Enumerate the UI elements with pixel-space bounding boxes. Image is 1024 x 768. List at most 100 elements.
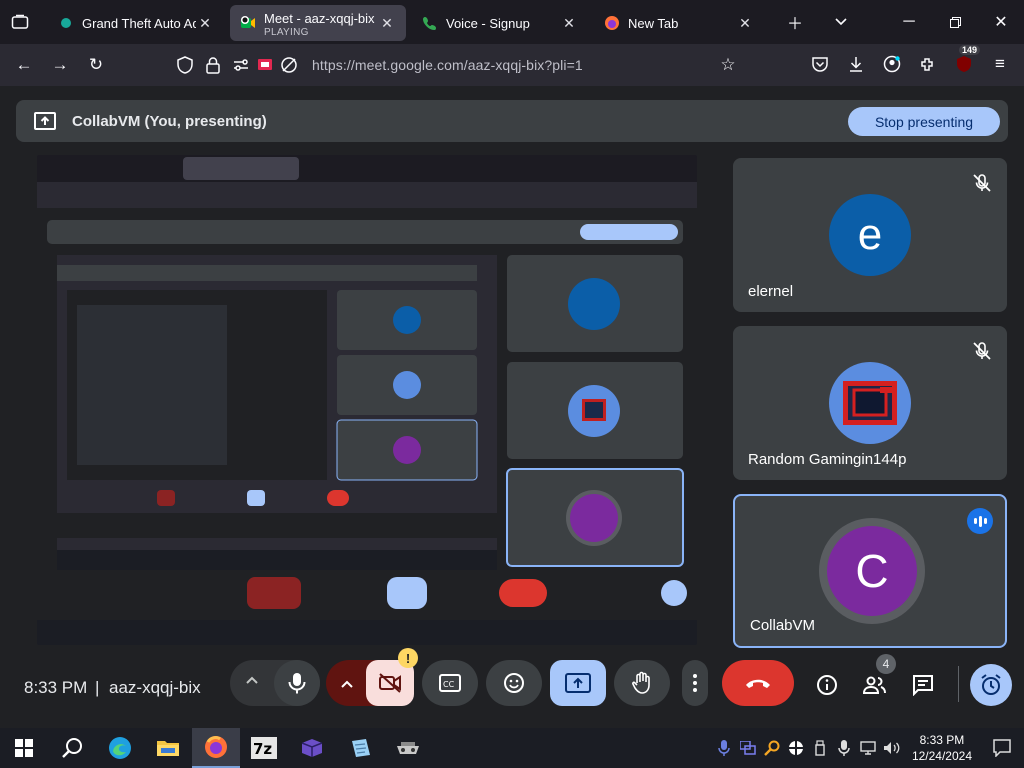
- search-icon[interactable]: [48, 728, 96, 768]
- microphone-button[interactable]: [274, 660, 320, 706]
- game-app-icon[interactable]: [384, 728, 432, 768]
- reload-button[interactable]: ↻: [78, 49, 114, 81]
- video-options-chevron-icon[interactable]: [340, 676, 354, 694]
- mic-tray-icon[interactable]: [712, 728, 736, 768]
- present-now-button[interactable]: [550, 660, 606, 706]
- network-tray-icon[interactable]: [856, 728, 880, 768]
- meet-favicon: [240, 15, 256, 31]
- captions-button[interactable]: CC: [422, 660, 478, 706]
- close-tab-icon[interactable]: ✕: [196, 15, 214, 32]
- avatar: C: [827, 526, 917, 616]
- tab-label: Voice - Signup: [446, 15, 530, 31]
- people-button[interactable]: 4: [860, 654, 896, 700]
- nested-screen-recursion-image: [37, 155, 697, 645]
- raise-hand-button[interactable]: [614, 660, 670, 706]
- pocket-icon[interactable]: [802, 48, 838, 80]
- avatar: e: [829, 194, 911, 276]
- info-icon: [817, 675, 837, 695]
- leave-call-button[interactable]: [722, 660, 794, 706]
- tab-new-tab[interactable]: New Tab ✕: [594, 5, 764, 41]
- list-all-tabs-button[interactable]: [818, 0, 864, 44]
- tab-meet[interactable]: Meet - aaz-xqqj-bix PLAYING ✕: [230, 5, 406, 41]
- participant-name: Random Gamingin144p: [748, 451, 907, 468]
- account-icon[interactable]: [874, 48, 910, 80]
- windows-taskbar: 7z 8:33 PM 12/24/2024: [0, 728, 1024, 768]
- svg-text:7z: 7z: [253, 740, 272, 758]
- close-tab-icon[interactable]: ✕: [736, 15, 754, 32]
- firefox-favicon: [604, 15, 620, 31]
- tab-list-icon: [11, 14, 29, 29]
- chat-button[interactable]: [908, 670, 938, 700]
- url-bar[interactable]: https://meet.google.com/aaz-xqqj-bix?pli…: [170, 48, 750, 82]
- usb-tray-icon[interactable]: [808, 728, 832, 768]
- people-icon: [862, 676, 886, 694]
- file-explorer-icon[interactable]: [144, 728, 192, 768]
- clock-date: 12/24/2024: [911, 749, 972, 763]
- close-tab-icon[interactable]: ✕: [378, 15, 396, 32]
- notifications-icon[interactable]: [980, 728, 1024, 768]
- system-tray: 8:33 PM 12/24/2024: [712, 728, 1024, 768]
- reactions-button[interactable]: [486, 660, 542, 706]
- meeting-controls-bar: 8:33 PM | aaz-xqqj-bix ! CC 4: [0, 648, 1024, 716]
- mic-off-icon: [973, 342, 991, 360]
- tab-list-button[interactable]: [0, 0, 40, 44]
- screen-share-tray-icon[interactable]: [736, 728, 760, 768]
- emoji-icon: [504, 673, 524, 693]
- lock-icon: [206, 57, 220, 74]
- tab-gta[interactable]: Grand Theft Auto Adve ✕: [48, 5, 224, 41]
- tab-label: New Tab: [628, 15, 679, 31]
- participant-tile-collabvm[interactable]: C CollabVM: [733, 494, 1007, 648]
- meet-main: CollabVM (You, presenting) Stop presenti…: [0, 86, 1024, 726]
- meeting-details-button[interactable]: [812, 670, 842, 700]
- mic-level-tray-icon[interactable]: [832, 728, 856, 768]
- chevron-down-icon: [835, 18, 847, 26]
- mic-off-icon: [973, 174, 991, 192]
- camera-warning-badge: !: [398, 648, 418, 668]
- firefox-taskbar-icon[interactable]: [192, 728, 240, 768]
- hang-up-icon: [746, 679, 770, 688]
- 7zip-icon[interactable]: 7z: [240, 728, 288, 768]
- close-window-button[interactable]: ✕: [978, 0, 1024, 44]
- extensions-icon[interactable]: [910, 48, 946, 80]
- downloads-icon[interactable]: [838, 48, 874, 80]
- bookmark-star-icon[interactable]: ☆: [710, 49, 746, 81]
- new-tab-button[interactable]: ＋: [772, 0, 818, 44]
- forward-button[interactable]: →: [42, 49, 78, 81]
- windows-start-icon[interactable]: [0, 728, 48, 768]
- tab-voice[interactable]: Voice - Signup ✕: [412, 5, 588, 41]
- more-options-button[interactable]: [682, 660, 708, 706]
- volume-tray-icon[interactable]: [880, 728, 904, 768]
- restore-button[interactable]: [932, 0, 978, 44]
- notepad-icon[interactable]: [336, 728, 384, 768]
- mic-group: [230, 660, 320, 706]
- back-button[interactable]: ←: [6, 49, 42, 81]
- ublock-extension-icon[interactable]: 149: [946, 45, 982, 80]
- clock-time: 8:33 PM: [919, 733, 965, 747]
- closed-captions-icon: CC: [439, 674, 461, 692]
- stop-presenting-button[interactable]: Stop presenting: [848, 107, 1000, 136]
- virtualbox-icon[interactable]: [288, 728, 336, 768]
- minimize-button[interactable]: ─: [886, 0, 932, 44]
- participant-tile-elernel[interactable]: e elernel: [733, 158, 1007, 312]
- activities-button[interactable]: [970, 664, 1012, 706]
- edge-icon[interactable]: [96, 728, 144, 768]
- search-tray-icon[interactable]: [760, 728, 784, 768]
- menu-hamburger-icon[interactable]: ≡: [982, 48, 1018, 80]
- navigation-bar: ← → ↻ https://meet.google.com/aaz-xqqj-b…: [0, 44, 1024, 86]
- mic-icon: [288, 673, 306, 694]
- svg-text:CC: CC: [443, 680, 455, 689]
- close-tab-icon[interactable]: ✕: [560, 15, 578, 32]
- screen-share-indicator-icon: [258, 59, 272, 70]
- avatar-ring: C: [819, 518, 925, 624]
- extension-badge: 149: [958, 45, 980, 55]
- audio-options-chevron-icon[interactable]: [245, 672, 259, 690]
- people-count-badge: 4: [876, 654, 896, 674]
- tab-label: Meet - aaz-xqqj-bix: [264, 10, 375, 26]
- camera-off-icon: [379, 673, 401, 693]
- url-text: https://meet.google.com/aaz-xqqj-bix?pli…: [312, 57, 583, 73]
- participant-tile-random-gamingin144p[interactable]: Random Gamingin144p: [733, 326, 1007, 480]
- divider: |: [95, 678, 100, 697]
- meeting-code: aaz-xqqj-bix: [109, 678, 201, 697]
- taskbar-clock[interactable]: 8:33 PM 12/24/2024: [912, 732, 972, 764]
- security-tray-icon[interactable]: [784, 728, 808, 768]
